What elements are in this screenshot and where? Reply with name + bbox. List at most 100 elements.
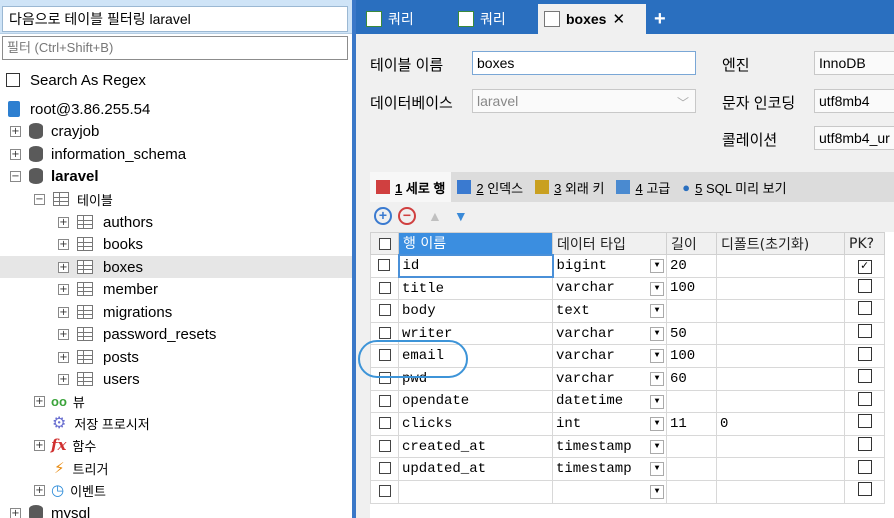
expand-icon[interactable]: + [58, 306, 69, 318]
expand-icon[interactable]: + [58, 351, 69, 363]
tree-server[interactable]: root@3.86.255.54 [8, 98, 352, 120]
tree-table-authors[interactable]: + authors [58, 211, 352, 233]
column-name-cell[interactable]: title [398, 276, 553, 301]
tab-advanced[interactable]: 4 고급 [610, 172, 676, 202]
chevron-down-icon[interactable]: ▼ [650, 462, 664, 477]
data-type-cell[interactable]: datetime ▼ [552, 389, 667, 414]
default-cell[interactable] [716, 457, 845, 481]
tree-db-information-schema[interactable]: + information_schema [10, 143, 352, 165]
expand-icon[interactable]: + [10, 507, 21, 518]
table-name-input[interactable]: boxes [472, 51, 696, 75]
select-all-checkbox[interactable] [378, 237, 391, 250]
length-cell[interactable] [666, 299, 717, 323]
pk-checkbox[interactable] [857, 414, 872, 429]
length-cell[interactable]: 100 [666, 344, 717, 368]
col-header-name[interactable]: 행 이름 [398, 232, 553, 255]
default-cell[interactable] [716, 276, 845, 301]
chevron-down-icon[interactable]: ▼ [650, 394, 664, 409]
column-name-cell[interactable]: id [397, 253, 554, 279]
tree-db-mysql[interactable]: + mysql [10, 502, 352, 518]
expand-icon[interactable]: + [34, 484, 45, 496]
tree-table-password-resets[interactable]: + password_resets [58, 323, 352, 345]
column-name-cell[interactable]: opendate [398, 389, 553, 414]
length-cell[interactable] [666, 434, 717, 459]
data-type-cell[interactable]: int ▼ [552, 412, 667, 436]
tree-tables-folder[interactable]: − 테이블 [34, 188, 352, 210]
table-row[interactable]: created_at timestamp ▼ [370, 434, 885, 459]
col-header-pk[interactable]: PK? [844, 232, 885, 255]
expand-icon[interactable]: + [58, 283, 69, 295]
chevron-down-icon[interactable]: ▼ [650, 281, 664, 296]
default-cell[interactable] [716, 344, 845, 368]
table-filter-input[interactable] [2, 6, 348, 32]
pk-cell[interactable] [844, 389, 885, 414]
pk-cell[interactable] [844, 434, 885, 459]
table-row[interactable]: id bigint ▼ 20 ✓ [370, 253, 885, 279]
col-header-length[interactable]: 길이 [666, 232, 717, 255]
search-as-regex[interactable]: Search As Regex [6, 70, 146, 90]
row-checkbox[interactable] [378, 439, 391, 452]
table-row[interactable]: title varchar ▼ 100 [370, 276, 885, 301]
expand-icon[interactable]: + [58, 216, 69, 228]
tree-events-folder[interactable]: + ◷ 이벤트 [34, 479, 352, 501]
tree-db-laravel[interactable]: − laravel [10, 165, 352, 187]
data-type-cell[interactable]: timestamp ▼ [552, 434, 667, 459]
pk-checkbox[interactable] [857, 369, 872, 384]
row-checkbox[interactable] [378, 417, 391, 430]
database-select[interactable]: laravel ﹀ [472, 89, 696, 113]
data-type-cell[interactable]: varchar ▼ [552, 366, 667, 391]
row-select-cell[interactable] [370, 479, 399, 504]
column-name-cell[interactable]: created_at [398, 434, 553, 459]
data-type-cell[interactable]: text ▼ [552, 299, 667, 323]
table-row[interactable]: ▼ [370, 479, 885, 504]
chevron-down-icon[interactable]: ▼ [650, 259, 664, 273]
move-down-icon[interactable]: ▼ [454, 208, 468, 224]
row-checkbox[interactable] [378, 326, 391, 339]
regex-checkbox[interactable] [6, 73, 20, 87]
pk-checkbox[interactable] [857, 482, 872, 497]
move-up-icon[interactable]: ▲ [428, 208, 442, 224]
expand-icon[interactable]: + [10, 148, 21, 160]
data-type-cell[interactable]: bigint ▼ [552, 254, 667, 278]
pk-checkbox[interactable] [857, 459, 872, 474]
length-cell[interactable] [666, 479, 717, 504]
pk-checkbox[interactable] [857, 437, 872, 452]
pk-cell[interactable] [844, 479, 885, 504]
row-checkbox[interactable] [378, 304, 391, 317]
table-row[interactable]: opendate datetime ▼ [370, 389, 885, 414]
default-cell[interactable]: 0 [716, 412, 845, 436]
data-type-cell[interactable]: ▼ [552, 479, 667, 504]
collation-select[interactable]: utf8mb4_ur [814, 126, 894, 150]
tab-indexes[interactable]: 2 인덱스 [451, 172, 529, 202]
tree-table-boxes[interactable]: + boxes [0, 256, 352, 278]
data-type-cell[interactable]: varchar ▼ [552, 344, 667, 368]
chevron-down-icon[interactable]: ▼ [650, 371, 664, 386]
column-name-cell[interactable]: clicks [398, 412, 553, 436]
data-type-cell[interactable]: timestamp ▼ [552, 457, 667, 481]
add-column-icon[interactable]: + [374, 207, 392, 225]
tab-columns[interactable]: 1 세로 행 [370, 172, 452, 202]
col-header-default[interactable]: 디폴트(초기화) [716, 232, 845, 255]
chevron-down-icon[interactable]: ▼ [650, 439, 664, 454]
tab-foreign-keys[interactable]: 3 외래 키 [529, 172, 610, 202]
expand-icon[interactable]: + [34, 439, 45, 451]
tree-views-folder[interactable]: + oo 뷰 [34, 390, 352, 412]
tree-table-posts[interactable]: + posts [58, 346, 352, 368]
col-header-type[interactable]: 데이터 타입 [552, 232, 667, 255]
tree-db-crayjob[interactable]: + crayjob [10, 120, 352, 142]
row-select-cell[interactable] [370, 254, 399, 278]
row-select-cell[interactable] [370, 434, 399, 459]
pk-cell[interactable]: ✓ [844, 254, 885, 278]
pk-cell[interactable] [844, 366, 885, 391]
length-cell[interactable]: 20 [666, 254, 717, 278]
expand-icon[interactable]: + [58, 373, 69, 385]
length-cell[interactable]: 60 [666, 366, 717, 391]
collapse-icon[interactable]: − [10, 170, 21, 182]
default-cell[interactable] [716, 479, 845, 504]
pk-cell[interactable] [844, 457, 885, 481]
row-checkbox[interactable] [378, 281, 391, 294]
table-row[interactable]: clicks int ▼ 11 0 [370, 412, 885, 436]
row-select-cell[interactable] [370, 276, 399, 301]
engine-select[interactable]: InnoDB [814, 51, 894, 75]
pk-checkbox[interactable] [857, 324, 872, 339]
